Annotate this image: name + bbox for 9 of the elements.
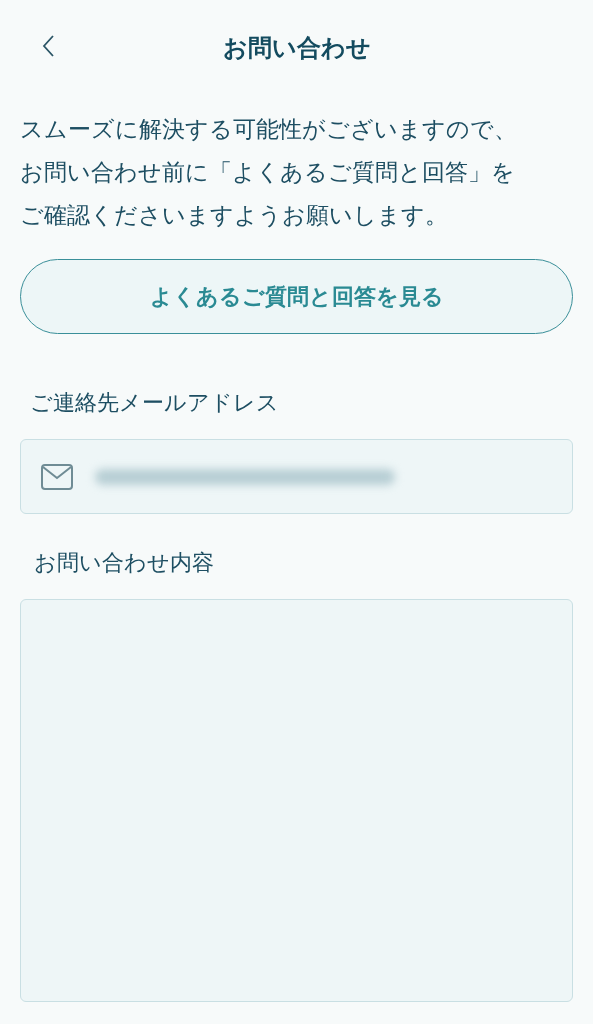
message-field[interactable] [20, 599, 573, 1002]
notice-text: スムーズに解決する可能性がございますので、 お問い合わせ前に「よくあるご質問と回答」を ご確認くださいますようお願いします。 [20, 115, 518, 230]
back-icon [41, 34, 55, 58]
page-title: お問い合わせ [222, 33, 371, 63]
mail-icon [41, 463, 73, 490]
faq-button[interactable]: よくあるご質問と回答を見る [20, 259, 573, 334]
message-label: お問い合わせ内容 [34, 549, 215, 577]
email-label: ご連絡先メールアドレス [30, 389, 280, 417]
email-field[interactable] [20, 439, 573, 514]
